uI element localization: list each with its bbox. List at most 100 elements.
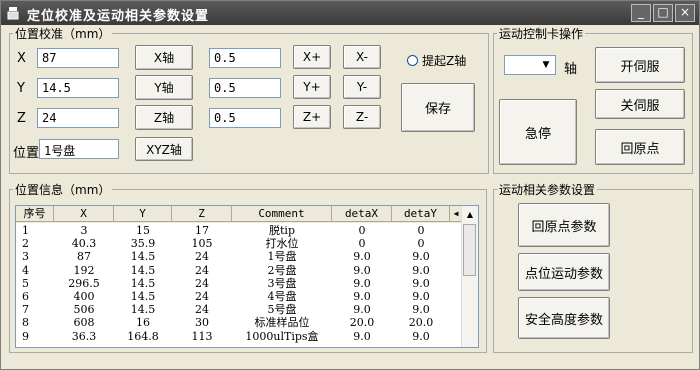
close-button[interactable]: × xyxy=(675,4,695,22)
table-cell: 9.0 xyxy=(353,289,371,303)
table-cell: 35.9 xyxy=(130,237,156,251)
col-header-comment[interactable]: Comment xyxy=(232,206,332,222)
table-cell: 87 xyxy=(77,250,91,264)
table-cell: 1号盘 xyxy=(267,250,297,264)
scroll-thumb[interactable] xyxy=(463,224,476,276)
axis-select[interactable]: ▼ xyxy=(504,55,556,75)
table-cell: 16 xyxy=(136,316,150,330)
table-cell: 9.0 xyxy=(353,250,371,264)
safe-height-params-button[interactable]: 安全高度参数 xyxy=(518,297,610,339)
table-cell: 14.5 xyxy=(130,303,156,317)
table-row[interactable]: 5 296.5 14.5 24 3号盘 9.0 9.0 xyxy=(16,277,462,290)
table-row[interactable]: 7 506 14.5 24 5号盘 9.0 9.0 xyxy=(16,303,462,316)
table-cell: 24 xyxy=(195,250,209,264)
table-cell: 1000ulTips盒 xyxy=(245,329,319,343)
position-label: 位置 xyxy=(13,146,40,161)
table-cell: 5号盘 xyxy=(267,303,297,317)
col-header-index[interactable]: 序号 xyxy=(16,206,54,222)
z-step-field[interactable]: 0.5 xyxy=(209,108,281,128)
emergency-stop-button[interactable]: 急停 xyxy=(499,99,577,165)
table-vertical-scrollbar[interactable]: ▲ xyxy=(461,206,478,347)
servo-on-button[interactable]: 开伺服 xyxy=(595,47,685,83)
table-cell: 脱tip xyxy=(269,224,295,237)
table-row[interactable]: 3 87 14.5 24 1号盘 9.0 9.0 xyxy=(16,250,462,263)
z-minus-button[interactable]: Z- xyxy=(343,105,381,129)
point-motion-params-button[interactable]: 点位运动参数 xyxy=(518,253,610,291)
servo-off-button[interactable]: 关伺服 xyxy=(595,89,685,119)
table-row[interactable]: 8 608 16 30 标准样品位 20.0 20.0 xyxy=(16,316,462,329)
col-header-z[interactable]: Z xyxy=(172,206,232,222)
maximize-button[interactable]: □ xyxy=(653,4,673,22)
table-cell: 24 xyxy=(195,276,209,290)
home-params-button[interactable]: 回原点参数 xyxy=(518,203,610,247)
table-cell: 9.0 xyxy=(412,303,430,317)
table-cell: 7 xyxy=(22,303,29,317)
lift-z-radio[interactable] xyxy=(407,55,418,66)
table-row[interactable]: 4 192 14.5 24 2号盘 9.0 9.0 xyxy=(16,264,462,277)
table-row[interactable]: 6 400 14.5 24 4号盘 9.0 9.0 xyxy=(16,290,462,303)
position-table[interactable]: 序号 X Y Z Comment detaX detaY ◀ 1 3 15 17 脱ti… xyxy=(15,205,479,348)
minimize-button[interactable]: _ xyxy=(631,4,651,22)
position-info-group-label: 位置信息（mm） xyxy=(13,181,113,198)
table-cell: 5 xyxy=(22,276,29,290)
table-cell: 20.0 xyxy=(408,316,434,330)
table-cell: 2 xyxy=(22,237,29,251)
x-position-field[interactable]: 87 xyxy=(37,48,119,68)
table-cell: 4号盘 xyxy=(267,289,297,303)
table-cell: 4 xyxy=(22,263,29,277)
table-row[interactable]: 2 40.3 35.9 105 打水位 0 0 xyxy=(16,237,462,250)
scroll-up-icon[interactable]: ▲ xyxy=(463,207,477,222)
table-cell: 24 xyxy=(195,263,209,277)
home-button[interactable]: 回原点 xyxy=(595,129,685,165)
table-cell: 9.0 xyxy=(353,303,371,317)
x-axis-label: X xyxy=(17,51,26,66)
y-axis-button[interactable]: Y轴 xyxy=(135,75,193,100)
table-cell: 0 xyxy=(358,224,366,237)
col-header-detax[interactable]: detaX xyxy=(332,206,392,222)
table-cell: 164.8 xyxy=(127,329,159,343)
app-icon xyxy=(7,7,19,20)
axis-label: 轴 xyxy=(564,62,578,77)
x-minus-button[interactable]: X- xyxy=(343,45,381,69)
y-step-field[interactable]: 0.5 xyxy=(209,78,281,98)
table-cell: 打水位 xyxy=(265,237,299,251)
table-cell: 标准样品位 xyxy=(254,316,310,330)
y-minus-button[interactable]: Y- xyxy=(343,75,381,99)
col-header-y[interactable]: Y xyxy=(114,206,172,222)
position-field[interactable]: 1号盘 xyxy=(39,139,119,159)
table-cell: 608 xyxy=(73,316,95,330)
calibration-group-label: 位置校准（mm） xyxy=(13,25,113,42)
x-axis-button[interactable]: X轴 xyxy=(135,45,193,70)
table-cell: 24 xyxy=(195,303,209,317)
table-cell: 30 xyxy=(195,316,209,330)
table-cell: 14.5 xyxy=(130,250,156,264)
table-row[interactable]: 1 3 15 17 脱tip 0 0 xyxy=(16,224,462,237)
table-cell: 105 xyxy=(191,237,213,251)
table-cell: 14.5 xyxy=(130,289,156,303)
y-position-field[interactable]: 14.5 xyxy=(37,78,119,98)
x-step-field[interactable]: 0.5 xyxy=(209,48,281,68)
save-button[interactable]: 保存 xyxy=(401,83,475,132)
table-cell: 3 xyxy=(80,224,88,237)
col-header-detay[interactable]: detaY xyxy=(392,206,450,222)
table-cell: 15 xyxy=(136,224,150,237)
z-axis-button[interactable]: Z轴 xyxy=(135,105,193,130)
z-position-field[interactable]: 24 xyxy=(37,108,119,128)
table-cell: 296.5 xyxy=(68,276,100,290)
dropdown-arrow-icon[interactable]: ▼ xyxy=(538,57,554,73)
lift-z-label: 提起Z轴 xyxy=(422,54,467,68)
z-axis-label: Z xyxy=(17,111,26,126)
x-plus-button[interactable]: X+ xyxy=(293,45,331,69)
table-cell: 20.0 xyxy=(349,316,375,330)
y-plus-button[interactable]: Y+ xyxy=(293,75,331,99)
table-cell: 3 xyxy=(22,250,29,264)
table-cell: 36.3 xyxy=(71,329,97,343)
table-cell: 0 xyxy=(358,237,366,251)
col-header-x[interactable]: X xyxy=(54,206,114,222)
table-cell: 9.0 xyxy=(412,263,430,277)
z-plus-button[interactable]: Z+ xyxy=(293,105,331,129)
table-cell: 9.0 xyxy=(353,276,371,290)
xyz-axis-button[interactable]: XYZ轴 xyxy=(135,137,193,161)
table-row[interactable]: 9 36.3 164.8 113 1000ulTips盒 9.0 9.0 xyxy=(16,330,462,343)
table-cell: 9.0 xyxy=(353,329,371,343)
